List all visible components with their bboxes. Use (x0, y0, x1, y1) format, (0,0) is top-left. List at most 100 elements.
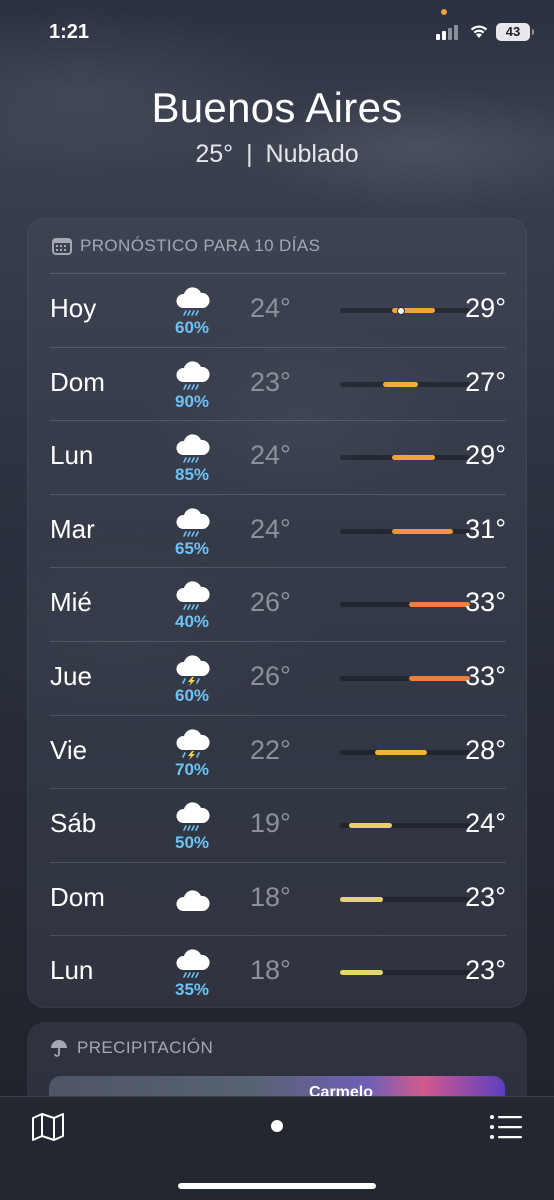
precip-chance: 60% (174, 318, 210, 337)
ten-day-forecast-card[interactable]: PRONÓSTICO PARA 10 DÍAS Hoy 60% 24° 29° Dom 9… (27, 218, 527, 1008)
temp-range-track (340, 823, 470, 829)
precip-chance: 40% (174, 612, 210, 632)
high-temp: 29° (465, 293, 506, 323)
temp-range-track (340, 306, 470, 315)
low-temp: 24° (250, 513, 291, 544)
high-temp: 23° (465, 881, 506, 912)
weather-icon-wrap: 35% (160, 944, 224, 1000)
temp-range-bar (374, 749, 427, 755)
current-temp: 25° (195, 140, 234, 168)
precip-chance: 85% (174, 465, 210, 485)
forecast-row[interactable]: Lun 35% 18° 23° (50, 935, 506, 1009)
thunderstorm-icon (176, 655, 210, 686)
forecast-row[interactable]: Mié 40% 26° 33° (50, 567, 506, 641)
low-temp: 23° (250, 366, 291, 397)
temp-range-bar (340, 896, 384, 902)
temp-range-bar (383, 381, 418, 387)
high-temp: 27° (465, 366, 506, 397)
city-name: Buenos Aires (151, 84, 403, 131)
battery-indicator: 43 (496, 23, 534, 41)
forecast-row[interactable]: Mar 65% 24° 31° (50, 493, 506, 568)
temp-range-track (340, 602, 470, 608)
weather-icon-wrap: 40% (160, 576, 224, 632)
forecast-row[interactable]: Jue 60% 26° 33° (50, 640, 506, 715)
precip-chance: 60% (174, 685, 210, 705)
precipitation-title: PRECIPITACIÓN (77, 1038, 214, 1057)
low-temp: 18° (250, 955, 291, 986)
list-icon[interactable] (488, 1112, 524, 1142)
weather-icon-wrap: 60% (160, 282, 224, 338)
bottom-toolbar (0, 1096, 554, 1200)
rain-icon (176, 361, 210, 390)
umbrella-icon (51, 1040, 67, 1057)
high-temp: 33° (465, 660, 506, 691)
low-temp: 26° (250, 660, 291, 691)
forecast-rows: Hoy 60% 24° 29° Dom 90% 23° 27° Lun 85% 24° 29° Mar 6… (50, 273, 506, 1009)
weather-icon-wrap: 70% (160, 724, 224, 780)
high-temp: 29° (465, 440, 506, 471)
high-temp: 31° (465, 513, 506, 544)
forecast-title: PRONÓSTICO PARA 10 DÍAS (80, 236, 321, 255)
temp-range-bar (392, 455, 436, 461)
temp-range-bar (409, 675, 470, 681)
current-temp-dot (396, 306, 405, 315)
forecast-row[interactable]: Hoy 60% 24° 29° (50, 273, 506, 347)
day-label: Mié (50, 587, 92, 618)
forecast-header: PRONÓSTICO PARA 10 DÍAS (52, 235, 320, 257)
temp-range-bar (409, 602, 470, 608)
day-label: Sáb (50, 808, 97, 839)
page-indicator-dot[interactable] (271, 1120, 283, 1132)
low-temp: 24° (250, 440, 291, 471)
temp-range-track (340, 970, 470, 976)
separator: | (246, 140, 253, 168)
forecast-row[interactable]: Dom 18° 23° (50, 861, 506, 936)
status-bar: 1:21 43 (0, 0, 554, 66)
current-conditions: 25° | Nublado (0, 140, 554, 169)
day-label: Dom (50, 366, 105, 397)
rain-icon (176, 287, 210, 316)
day-label: Jue (50, 660, 92, 691)
temp-range-track (340, 675, 470, 681)
weather-icon-wrap: 65% (160, 503, 224, 559)
temp-range-track (340, 749, 470, 755)
forecast-row[interactable]: Sáb 50% 19° 24° (50, 788, 506, 862)
temp-range-track (340, 455, 470, 461)
precip-chance: 50% (174, 833, 210, 853)
rain-icon (176, 802, 210, 831)
rain-icon (176, 508, 210, 537)
rain-icon (176, 434, 210, 463)
weather-icon-wrap (160, 871, 224, 927)
precipitation-header: PRECIPITACIÓN (49, 1038, 213, 1058)
weather-icon-wrap: 85% (160, 429, 224, 485)
weather-icon-wrap: 60% (160, 650, 224, 706)
low-temp: 19° (250, 808, 291, 839)
low-temp: 18° (250, 881, 291, 912)
map-icon[interactable] (30, 1112, 66, 1142)
rain-icon (176, 581, 210, 611)
calendar-icon (52, 238, 72, 255)
low-temp: 24° (250, 293, 291, 323)
weather-icon-wrap: 50% (160, 797, 224, 853)
precip-chance: 90% (174, 391, 210, 411)
forecast-row[interactable]: Vie 70% 22° 28° (50, 714, 506, 789)
wifi-icon (470, 25, 488, 38)
temp-range-bar (392, 528, 453, 534)
day-label: Dom (50, 881, 105, 912)
high-temp: 24° (465, 808, 506, 839)
thunderstorm-icon (176, 728, 210, 760)
temp-range-bar (348, 823, 392, 829)
temp-range-bar (340, 970, 384, 976)
day-label: Lun (50, 440, 94, 471)
precip-chance: 65% (174, 538, 210, 558)
high-temp: 23° (465, 955, 506, 986)
day-label: Hoy (50, 293, 97, 323)
low-temp: 22° (250, 734, 291, 765)
cellular-signal-icon (436, 24, 462, 40)
forecast-row[interactable]: Lun 85% 24° 29° (50, 420, 506, 494)
privacy-indicator (441, 9, 447, 15)
temp-range-track (340, 896, 470, 902)
home-indicator (178, 1183, 376, 1189)
forecast-row[interactable]: Dom 90% 23° 27° (50, 346, 506, 421)
high-temp: 28° (465, 734, 506, 765)
day-label: Mar (50, 513, 95, 544)
